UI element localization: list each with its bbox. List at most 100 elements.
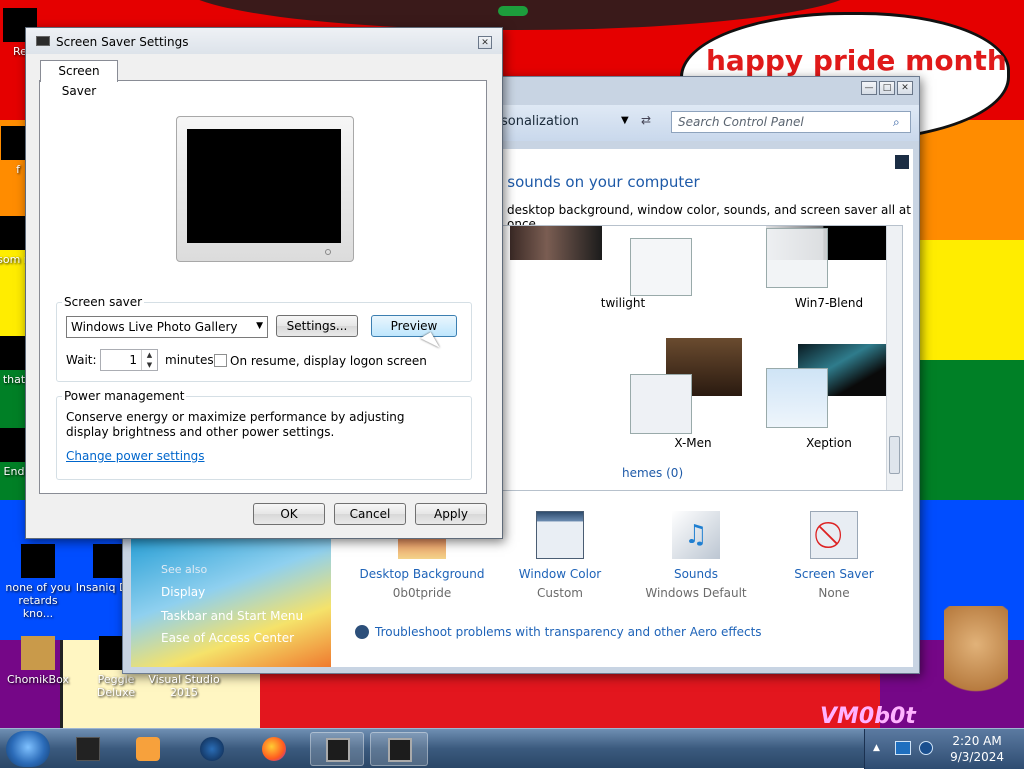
power-management-label: Power management bbox=[62, 389, 187, 403]
maximize-button[interactable]: □ bbox=[879, 81, 895, 95]
sounds-value: Windows Default bbox=[645, 586, 747, 600]
desktop-icon-label: End bbox=[3, 465, 25, 478]
theme-tile-x-men[interactable] bbox=[630, 374, 692, 434]
desktop-icon-label: that bbox=[2, 373, 26, 386]
desktop-icon-label: Peggle Deluxe bbox=[96, 673, 136, 699]
window-color-link[interactable]: Window Color bbox=[495, 567, 625, 581]
theme-label-twilight[interactable]: twilight bbox=[558, 296, 688, 310]
clock-date: 9/3/2024 bbox=[950, 750, 1004, 764]
desktop-icon-visual-studio[interactable]: Visual Studio 2015 bbox=[148, 636, 220, 699]
help-icon[interactable] bbox=[895, 155, 909, 169]
app-icon bbox=[21, 544, 55, 578]
desktop-background-link[interactable]: Desktop Background bbox=[357, 567, 487, 581]
wait-label: Wait: bbox=[66, 353, 97, 367]
power-led bbox=[325, 249, 331, 255]
stepper-arrows[interactable]: ▲ ▼ bbox=[141, 350, 157, 370]
settings-button[interactable]: Settings... bbox=[276, 315, 358, 337]
screen-saver-dialog: Screen Saver Settings ✕ Screen Saver Scr… bbox=[25, 27, 503, 539]
see-also-taskbar-link[interactable]: Taskbar and Start Menu bbox=[161, 609, 303, 623]
chevron-down-icon: ▼ bbox=[256, 321, 263, 331]
chevron-down-icon[interactable]: ▼ bbox=[621, 115, 629, 126]
screen-saver-icon: ⃠ bbox=[810, 511, 858, 559]
taskbar: ▲ 2:20 AM 9/3/2024 bbox=[0, 728, 1024, 769]
screen-saver-select[interactable]: Windows Live Photo Gallery ▼ bbox=[66, 316, 268, 338]
power-description: Conserve energy or maximize performance … bbox=[66, 410, 405, 439]
apply-button[interactable]: Apply bbox=[415, 503, 487, 525]
network-icon[interactable] bbox=[895, 741, 911, 755]
dialog-title: Screen Saver Settings bbox=[56, 35, 189, 49]
taskbar-app-media-player[interactable] bbox=[126, 732, 170, 766]
breadcrumb[interactable]: sonalization bbox=[501, 114, 579, 129]
minimize-button[interactable]: — bbox=[861, 81, 877, 95]
troubleshoot-link[interactable]: Troubleshoot problems with transparency … bbox=[375, 625, 762, 639]
theme-label-win7-blend[interactable]: Win7-Blend bbox=[764, 296, 894, 310]
ok-button[interactable]: OK bbox=[253, 503, 325, 525]
scrollbar-thumb[interactable] bbox=[889, 436, 900, 474]
refresh-icon[interactable]: ⇄ bbox=[641, 113, 651, 127]
taskbar-app-screen-saver[interactable] bbox=[370, 732, 428, 766]
sounds-item[interactable]: ♫ Sounds Windows Default bbox=[631, 511, 761, 600]
theme-label-xeption[interactable]: Xeption bbox=[764, 436, 894, 450]
search-icon[interactable]: ⌕ bbox=[893, 115, 900, 130]
wallpaper-watermark: VM0b0t bbox=[820, 704, 916, 728]
cancel-button[interactable]: Cancel bbox=[334, 503, 406, 525]
screen-saver-item[interactable]: ⃠ Screen Saver None bbox=[769, 511, 899, 600]
change-power-settings-link[interactable]: Change power settings bbox=[66, 449, 205, 463]
volume-icon[interactable] bbox=[919, 741, 933, 755]
see-also-title: See also bbox=[161, 563, 208, 576]
taskbar-app-explorer[interactable] bbox=[66, 732, 110, 766]
search-input[interactable]: Search Control Panel bbox=[671, 111, 911, 133]
start-button[interactable] bbox=[6, 731, 50, 767]
page-heading: d sounds on your computer bbox=[493, 173, 700, 191]
speech-bubble-text: happy pride month bbox=[706, 44, 1007, 77]
theme-label-x-men[interactable]: X-Men bbox=[628, 436, 758, 450]
clock[interactable]: 2:20 AM 9/3/2024 bbox=[950, 733, 1004, 765]
window-color-icon bbox=[536, 511, 584, 559]
preview-button[interactable]: Preview bbox=[371, 315, 457, 337]
desktop-icon-none-of-you[interactable]: none of you retards kno... bbox=[2, 544, 74, 620]
window-color-item[interactable]: Window Color Custom bbox=[495, 511, 625, 600]
monitor-icon bbox=[36, 36, 50, 46]
troubleshoot-icon bbox=[355, 625, 369, 639]
desktop-icon-chomikbox[interactable]: ChomikBox bbox=[2, 636, 74, 686]
taskbar-app-personalization[interactable] bbox=[310, 732, 364, 766]
theme-tile-twilight[interactable] bbox=[630, 238, 692, 296]
computer-icon bbox=[76, 737, 100, 761]
wait-minutes-value: 1 bbox=[129, 353, 137, 367]
installed-themes-header[interactable]: hemes (0) bbox=[622, 466, 683, 480]
screen-saver-link[interactable]: Screen Saver bbox=[769, 567, 899, 581]
monitor-icon bbox=[388, 738, 412, 762]
clock-time: 2:20 AM bbox=[952, 734, 1002, 748]
system-tray: ▲ 2:20 AM 9/3/2024 bbox=[864, 729, 1024, 769]
wait-minutes-stepper[interactable]: 1 ▲ ▼ bbox=[100, 349, 158, 371]
sounds-link[interactable]: Sounds bbox=[631, 567, 761, 581]
desktop-background-value: 0b0tpride bbox=[392, 586, 452, 600]
sounds-icon: ♫ bbox=[672, 511, 720, 559]
media-player-icon bbox=[136, 737, 160, 761]
screen-saver-select-value: Windows Live Photo Gallery bbox=[71, 320, 238, 334]
screen-saver-group-label: Screen saver bbox=[62, 295, 145, 309]
firefox-icon bbox=[262, 737, 286, 761]
theme-thumbnail-twilight[interactable] bbox=[510, 226, 602, 260]
taskbar-app-firefox[interactable] bbox=[252, 732, 296, 766]
desktop-icon-label: Visual Studio 2015 bbox=[148, 673, 220, 699]
screen-saver-preview-monitor bbox=[176, 116, 354, 262]
wallpaper-drawing-eyes bbox=[498, 6, 528, 16]
close-button[interactable]: ✕ bbox=[897, 81, 913, 95]
tab-screen-saver[interactable]: Screen Saver bbox=[40, 60, 118, 98]
minutes-label: minutes bbox=[165, 353, 214, 367]
resume-logon-checkbox[interactable] bbox=[214, 354, 227, 367]
close-button[interactable]: ✕ bbox=[478, 36, 492, 49]
themes-scrollbar[interactable] bbox=[886, 226, 902, 490]
globe-icon bbox=[200, 737, 224, 761]
taskbar-app-globe[interactable] bbox=[190, 732, 234, 766]
themes-list: twilight Win7-Blend X-Men Xeption hemes … bbox=[479, 225, 903, 491]
screen-saver-value: None bbox=[818, 586, 850, 600]
see-also-display-link[interactable]: Display bbox=[161, 585, 205, 599]
visual-studio-icon bbox=[167, 636, 201, 670]
desktop-icon-label: f bbox=[16, 163, 20, 176]
resume-logon-label[interactable]: On resume, display logon screen bbox=[230, 354, 427, 368]
theme-tile-xeption[interactable] bbox=[766, 368, 828, 428]
show-hidden-icons-icon[interactable]: ▲ bbox=[873, 743, 880, 753]
theme-tile-win7-blend[interactable] bbox=[766, 228, 828, 288]
